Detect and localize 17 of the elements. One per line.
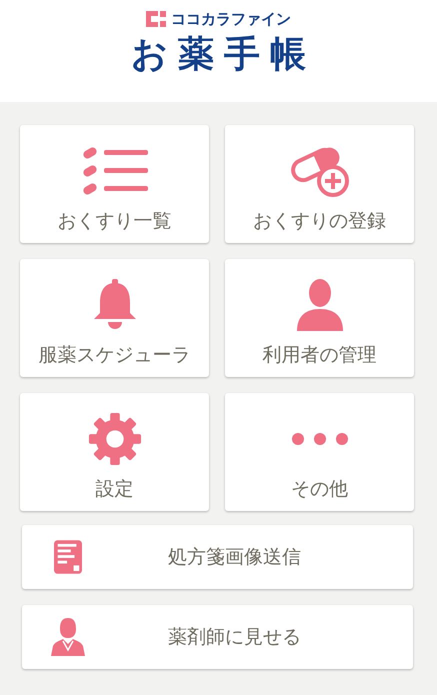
capsule-plus-icon bbox=[288, 145, 350, 197]
pharmacist-icon bbox=[51, 618, 85, 656]
menu-tile[interactable]: 設定 bbox=[20, 393, 209, 511]
document-icon bbox=[54, 540, 82, 574]
gear-icon bbox=[88, 412, 142, 466]
menu-tile[interactable]: その他 bbox=[225, 393, 414, 511]
menu-tile[interactable]: おくすり一覧 bbox=[20, 125, 209, 243]
brand-name: ココカラファイン bbox=[171, 10, 291, 28]
more-icon bbox=[292, 433, 348, 445]
menu-button[interactable]: 薬剤師に見せる bbox=[22, 605, 413, 669]
app-title: お薬手帳 bbox=[131, 33, 316, 77]
person-icon bbox=[294, 279, 344, 331]
menu-button[interactable]: 処方箋画像送信 bbox=[22, 525, 413, 589]
menu-tile[interactable]: 服薬スケジューラ bbox=[20, 259, 209, 377]
logo-icon bbox=[146, 11, 166, 27]
menu-tile[interactable]: おくすりの登録 bbox=[225, 125, 414, 243]
menu-tile[interactable]: 利用者の管理 bbox=[225, 259, 414, 377]
